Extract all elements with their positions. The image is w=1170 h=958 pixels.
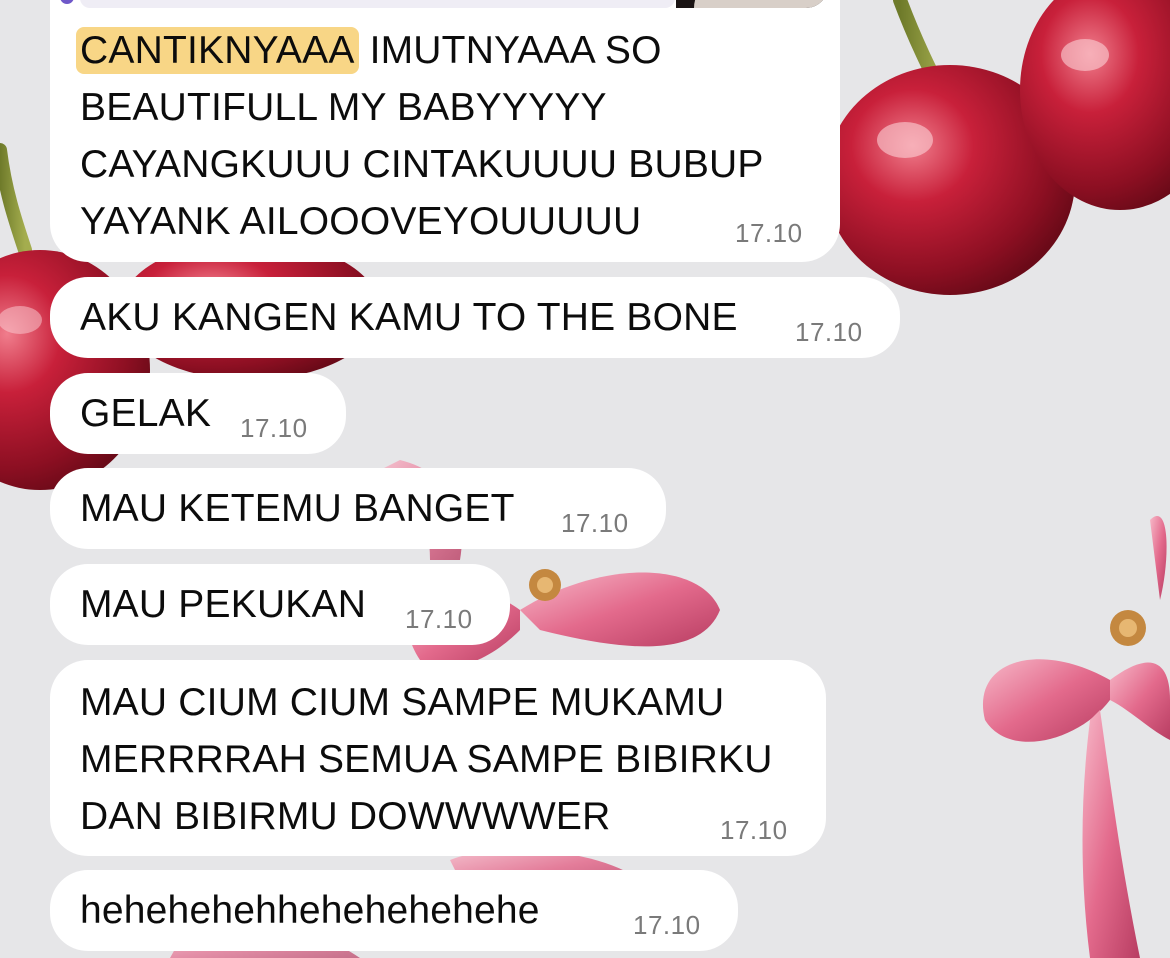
cherry-cluster-top-right <box>825 0 1170 295</box>
message-time: 17.10 <box>633 910 701 940</box>
reply-preview[interactable] <box>80 0 675 8</box>
message-bubble[interactable]: CANTIKNYAAA IMUTNYAAA SO BEAUTIFULL MY B… <box>50 0 840 262</box>
message-time: 17.10 <box>240 413 308 443</box>
message-time: 17.10 <box>735 218 803 248</box>
search-highlight: CANTIKNYAAA <box>76 27 359 74</box>
reply-thumbnail[interactable] <box>676 0 828 8</box>
message-bubble[interactable]: MAU KETEMU BANGET 17.10 <box>50 468 666 549</box>
message-bubble[interactable]: hehehehehhehehehehehe 17.10 <box>50 870 738 951</box>
message-time: 17.10 <box>720 815 788 845</box>
message-time: 17.10 <box>405 604 473 634</box>
message-bubble[interactable]: MAU CIUM CIUM SAMPE MUKAMU MERRRRAH SEMU… <box>50 660 826 856</box>
message-text: CANTIKNYAAA IMUTNYAAA SO BEAUTIFULL MY B… <box>76 22 764 250</box>
message-text: GELAK <box>80 392 212 435</box>
message-bubble[interactable]: AKU KANGEN KAMU TO THE BONE 17.10 <box>50 277 900 358</box>
message-text: MAU CIUM CIUM SAMPE MUKAMU MERRRRAH SEMU… <box>80 681 773 838</box>
message-text: AKU KANGEN KAMU TO THE BONE <box>80 296 738 339</box>
message-text: hehehehehhehehehehehe <box>80 889 540 932</box>
message-bubble[interactable]: GELAK 17.10 <box>50 373 346 454</box>
photo-thumbnail-icon <box>694 0 824 8</box>
ribbon-bow-right <box>982 516 1170 958</box>
message-time: 17.10 <box>795 317 863 347</box>
message-bubble[interactable]: MAU PEKUKAN 17.10 <box>50 564 510 645</box>
message-text: MAU KETEMU BANGET <box>80 487 515 530</box>
message-text: MAU PEKUKAN <box>80 583 367 626</box>
message-time: 17.10 <box>561 508 629 538</box>
